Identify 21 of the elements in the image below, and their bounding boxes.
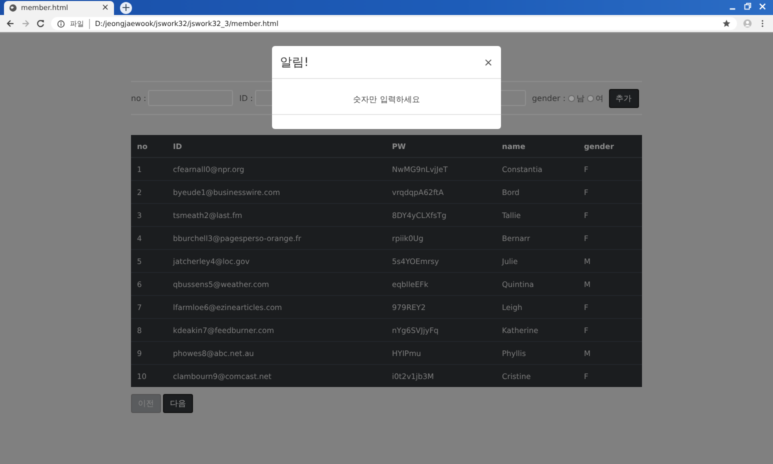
close-icon[interactable] bbox=[758, 2, 767, 11]
restore-icon[interactable] bbox=[743, 2, 752, 11]
back-icon[interactable] bbox=[6, 19, 15, 28]
page-button[interactable]: 다음 bbox=[163, 394, 193, 413]
reload-icon[interactable] bbox=[36, 19, 45, 28]
radio-button[interactable] bbox=[568, 94, 575, 102]
field-label: no : bbox=[131, 94, 146, 102]
globe-icon bbox=[9, 4, 17, 12]
radio-button[interactable] bbox=[586, 94, 594, 102]
close-button[interactable]: × bbox=[484, 56, 493, 69]
field-label: gender : bbox=[532, 94, 566, 102]
radio-label: 여 bbox=[596, 92, 604, 104]
radio-label: 남 bbox=[576, 92, 585, 104]
dialog-message: 숫자만 입력하세요 bbox=[353, 95, 420, 104]
info-icon[interactable] bbox=[57, 20, 65, 28]
field-label: ID : bbox=[239, 94, 253, 102]
new-tab-button[interactable]: + bbox=[120, 2, 132, 14]
close-icon[interactable]: × bbox=[101, 4, 109, 12]
dialog-title: 알림! bbox=[280, 54, 309, 71]
star-icon[interactable] bbox=[722, 19, 731, 28]
add-button[interactable]: 추가 bbox=[608, 88, 639, 108]
